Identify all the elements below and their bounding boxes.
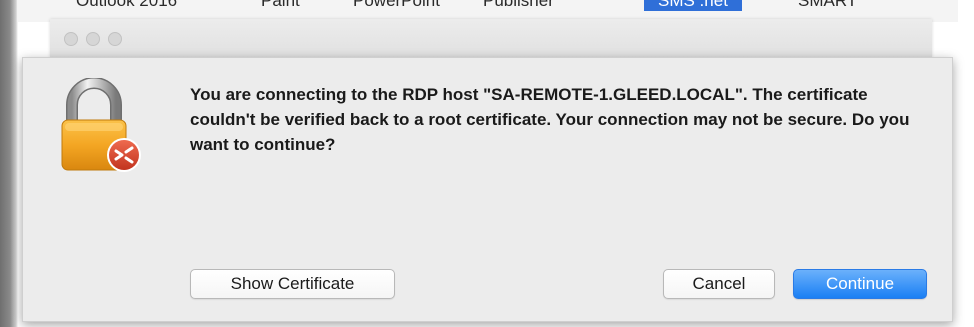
background-menu-item: SMART	[798, 0, 858, 10]
background-menu-item: PowerPoint	[353, 0, 440, 10]
background-menu-item: Paint	[261, 0, 300, 10]
show-certificate-button[interactable]: Show Certificate	[190, 269, 395, 299]
screen: Outlook 2016 Paint PowerPoint Publisher …	[0, 0, 974, 327]
window-titlebar	[50, 19, 932, 58]
cancel-button[interactable]: Cancel	[663, 269, 775, 299]
continue-button[interactable]: Continue	[793, 269, 927, 299]
background-window-edge	[0, 0, 18, 327]
padlock-remote-desktop-icon	[56, 77, 148, 178]
close-window-button[interactable]	[64, 32, 78, 46]
minimize-window-button[interactable]	[86, 32, 100, 46]
zoom-window-button[interactable]	[108, 32, 122, 46]
dialog-message: You are connecting to the RDP host "SA-R…	[190, 85, 910, 154]
background-menu-item-selected: SMS .net	[644, 0, 742, 11]
background-menu-item: Publisher	[483, 0, 554, 10]
background-menu-item: Outlook 2016	[76, 0, 178, 10]
